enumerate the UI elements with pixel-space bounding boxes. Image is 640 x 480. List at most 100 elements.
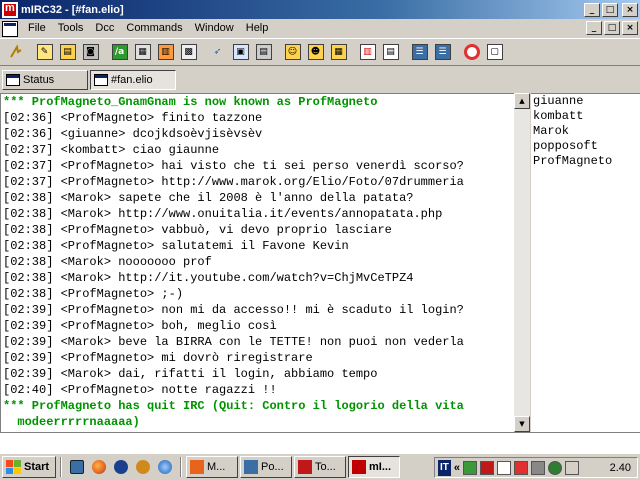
- options-button[interactable]: ✎: [33, 41, 56, 63]
- nick-item[interactable]: giuanne: [533, 94, 640, 109]
- title-bar[interactable]: mIRC32 - [#fan.elio] _ □ ×: [0, 0, 640, 19]
- antivirus-tray-icon[interactable]: [514, 460, 529, 475]
- remote-icon: ◙: [82, 44, 99, 60]
- menu-window[interactable]: Window: [189, 20, 240, 37]
- help-button[interactable]: [460, 41, 483, 63]
- menu-dcc[interactable]: Dcc: [89, 20, 120, 37]
- mdi-close-button[interactable]: ×: [622, 21, 638, 35]
- mirc-app-icon[interactable]: [2, 1, 18, 18]
- channels-list-button[interactable]: ▩: [177, 41, 200, 63]
- taskbar: Start M... Po... To... mI... IT « 2.40: [0, 453, 640, 480]
- scroll-up-arrow-icon[interactable]: ▲: [514, 93, 530, 109]
- nick-list[interactable]: giuanne kombatt Marok popposoft ProfMagneto: [531, 93, 640, 432]
- help-icon: [463, 44, 480, 60]
- show-desktop-icon: [70, 460, 84, 474]
- tile-horizontal-icon: ☰: [411, 44, 428, 60]
- windows-logo-icon: [6, 460, 21, 474]
- cascade-button[interactable]: ▤: [379, 41, 402, 63]
- show-desktop-button[interactable]: [66, 456, 88, 478]
- taskbar-task-button[interactable]: To...: [294, 456, 346, 478]
- chat-line: [02:39] <Marok> dai, rifatti il login, a…: [3, 367, 378, 381]
- chat-line: [02:36] <giuanne> dcojkdsoèvjisèvsèv: [3, 127, 263, 141]
- tab-channel[interactable]: #fan.elio: [90, 70, 176, 90]
- chat-line: *** ProfMagneto has quit IRC (Quit: Cont…: [3, 399, 464, 413]
- mail-tray-icon[interactable]: [463, 460, 478, 475]
- urls-icon: ☻: [307, 44, 324, 60]
- minimize-button[interactable]: _: [584, 2, 600, 17]
- start-button[interactable]: Start: [2, 456, 56, 478]
- task-app-icon: [352, 460, 366, 474]
- connect-icon: [9, 44, 22, 58]
- menu-file[interactable]: File: [22, 20, 52, 37]
- speaker-tray-icon[interactable]: [531, 460, 546, 475]
- popups-button[interactable]: ▦: [131, 41, 154, 63]
- chat-line: [02:38] <ProfMagneto> salutatemi il Favo…: [3, 239, 349, 253]
- menu-help[interactable]: Help: [240, 20, 275, 37]
- menu-bar: File Tools Dcc Commands Window Help _ □ …: [0, 19, 640, 38]
- remote-button[interactable]: ◙: [79, 41, 102, 63]
- firefox-button[interactable]: [88, 456, 110, 478]
- address-book-icon: ▤: [59, 44, 76, 60]
- taskbar-task-button[interactable]: mI...: [348, 456, 400, 478]
- scroll-down-arrow-icon[interactable]: ▼: [514, 416, 530, 432]
- urls-button[interactable]: ☻: [304, 41, 327, 63]
- explorer-button[interactable]: [154, 456, 176, 478]
- app-button[interactable]: [132, 456, 154, 478]
- aliases-button[interactable]: /a: [108, 41, 131, 63]
- chat-line: [02:40] <ProfMagneto> notte ragazzi !!: [3, 383, 277, 397]
- network-tray-icon[interactable]: [497, 460, 512, 475]
- tab-status[interactable]: Status: [2, 70, 88, 90]
- volume-tray-icon[interactable]: [565, 460, 580, 475]
- chat-line: [02:38] <Marok> sapete che il 2008 è l'a…: [3, 191, 414, 205]
- chat-icon: ▣: [232, 44, 249, 60]
- channel-window-icon[interactable]: [2, 20, 18, 37]
- scripts-button[interactable]: ▥: [154, 41, 177, 63]
- address-book-button[interactable]: ▤: [56, 41, 79, 63]
- tile-vertical-button[interactable]: ☰: [431, 41, 454, 63]
- chat-line: [02:37] <ProfMagneto> hai visto che ti s…: [3, 159, 464, 173]
- chat-line: modeerrrrrnaaaaa): [3, 415, 140, 429]
- close-button[interactable]: ×: [622, 2, 638, 17]
- dcc-options-icon: ▤: [255, 44, 272, 60]
- nick-item[interactable]: ProfMagneto: [533, 154, 640, 169]
- task-app-icon: [244, 460, 258, 474]
- nick-item[interactable]: Marok: [533, 124, 640, 139]
- aliases-icon: /a: [111, 44, 128, 60]
- tile-horizontal-button[interactable]: ☰: [408, 41, 431, 63]
- colors-button[interactable]: ▦: [327, 41, 350, 63]
- tray-expand-chevron[interactable]: «: [454, 462, 460, 474]
- chat-area[interactable]: *** ProfMagneto_GnamGnam is now known as…: [0, 93, 514, 432]
- chat-line: [02:37] <kombatt> ciao giaunne: [3, 143, 220, 157]
- ati-tray-icon[interactable]: [480, 460, 495, 475]
- security-tray-icon[interactable]: [548, 460, 563, 475]
- dcc-options-button[interactable]: ▤: [252, 41, 275, 63]
- chat-line: [02:38] <Marok> http://it.youtube.com/wa…: [3, 271, 414, 285]
- menu-tools[interactable]: Tools: [52, 20, 90, 37]
- mdi-minimize-button[interactable]: _: [586, 21, 602, 35]
- menu-commands[interactable]: Commands: [120, 20, 188, 37]
- maximize-button[interactable]: □: [602, 2, 618, 17]
- scripts-icon: ▥: [157, 44, 174, 60]
- chat-button[interactable]: ▣: [229, 41, 252, 63]
- language-indicator[interactable]: IT: [438, 459, 451, 476]
- chat-line: *** ProfMagneto_GnamGnam is now known as…: [3, 95, 378, 109]
- task-label: M...: [207, 461, 226, 473]
- about-button[interactable]: ▢: [483, 41, 506, 63]
- switchbar: Status #fan.elio: [0, 67, 640, 93]
- notify-button[interactable]: ☺: [281, 41, 304, 63]
- message-input[interactable]: [0, 432, 640, 453]
- firefox-icon: [92, 460, 106, 474]
- mdi-restore-button[interactable]: □: [604, 21, 620, 35]
- taskbar-task-button[interactable]: Po...: [240, 456, 292, 478]
- send-button[interactable]: ➶: [206, 41, 229, 63]
- nick-item[interactable]: popposoft: [533, 139, 640, 154]
- chat-line: [02:39] <Marok> beve la BIRRA con le TET…: [3, 335, 464, 349]
- start-label: Start: [24, 461, 50, 473]
- chat-scrollbar[interactable]: ▲ ▼: [514, 93, 530, 432]
- tile-button[interactable]: ▥: [356, 41, 379, 63]
- taskbar-task-button[interactable]: M...: [186, 456, 238, 478]
- system-clock[interactable]: 2.40: [610, 462, 631, 474]
- download-button[interactable]: [110, 456, 132, 478]
- connect-button[interactable]: [4, 41, 27, 63]
- nick-item[interactable]: kombatt: [533, 109, 640, 124]
